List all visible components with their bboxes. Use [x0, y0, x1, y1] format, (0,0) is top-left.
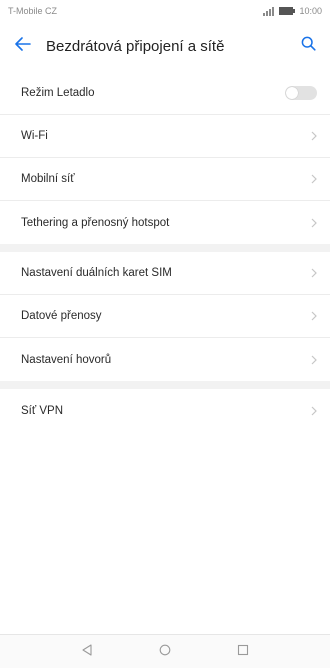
arrow-left-icon — [15, 36, 31, 56]
settings-item-dual-sim[interactable]: Nastavení duálních karet SIM — [0, 252, 330, 295]
chevron-right-icon — [311, 406, 317, 416]
settings-item-tethering[interactable]: Tethering a přenosný hotspot — [0, 201, 330, 244]
settings-item-mobile-network[interactable]: Mobilní síť — [0, 158, 330, 201]
airplane-mode-toggle[interactable] — [285, 86, 317, 100]
circle-home-icon — [159, 643, 171, 661]
app-bar: Bezdrátová připojení a sítě — [0, 22, 330, 70]
chevron-right-icon — [311, 131, 317, 141]
navigation-bar — [0, 634, 330, 668]
carrier-name: T-Mobile CZ — [8, 6, 58, 16]
square-recents-icon — [237, 643, 249, 661]
settings-item-vpn[interactable]: Síť VPN — [0, 389, 330, 432]
settings-item-label: Režim Letadlo — [21, 87, 95, 99]
nav-home-button[interactable] — [155, 642, 175, 662]
search-button[interactable] — [286, 22, 330, 70]
settings-list: Režim Letadlo Wi-Fi Mobilní síť Tetherin… — [0, 72, 330, 432]
chevron-right-icon — [311, 355, 317, 365]
search-icon — [301, 36, 316, 56]
settings-item-label: Wi-Fi — [21, 130, 48, 142]
page-title: Bezdrátová připojení a sítě — [46, 37, 225, 55]
toggle-knob — [286, 87, 298, 99]
settings-item-label: Datové přenosy — [21, 310, 102, 322]
nav-recents-button[interactable] — [233, 642, 253, 662]
settings-item-data-usage[interactable]: Datové přenosy — [0, 295, 330, 338]
settings-item-label: Mobilní síť — [21, 173, 75, 185]
settings-item-call-settings[interactable]: Nastavení hovorů — [0, 338, 330, 381]
settings-item-label: Nastavení duálních karet SIM — [21, 267, 172, 279]
settings-item-label: Tethering a přenosný hotspot — [21, 216, 170, 229]
signal-icon — [263, 6, 275, 16]
chevron-right-icon — [311, 268, 317, 278]
status-bar: T-Mobile CZ 10:00 — [0, 0, 330, 22]
nav-back-button[interactable] — [77, 642, 97, 662]
settings-item-airplane-mode[interactable]: Režim Letadlo — [0, 72, 330, 115]
settings-item-label: Nastavení hovorů — [21, 353, 112, 366]
section-divider — [0, 381, 330, 389]
back-button[interactable] — [0, 22, 46, 70]
settings-item-wifi[interactable]: Wi-Fi — [0, 115, 330, 158]
clock: 10:00 — [299, 6, 322, 16]
battery-icon — [279, 7, 296, 15]
triangle-back-icon — [81, 643, 93, 661]
section-divider — [0, 244, 330, 252]
settings-item-label: Síť VPN — [21, 404, 64, 417]
status-icons: 10:00 — [263, 6, 322, 16]
chevron-right-icon — [311, 218, 317, 228]
chevron-right-icon — [311, 174, 317, 184]
chevron-right-icon — [311, 311, 317, 321]
